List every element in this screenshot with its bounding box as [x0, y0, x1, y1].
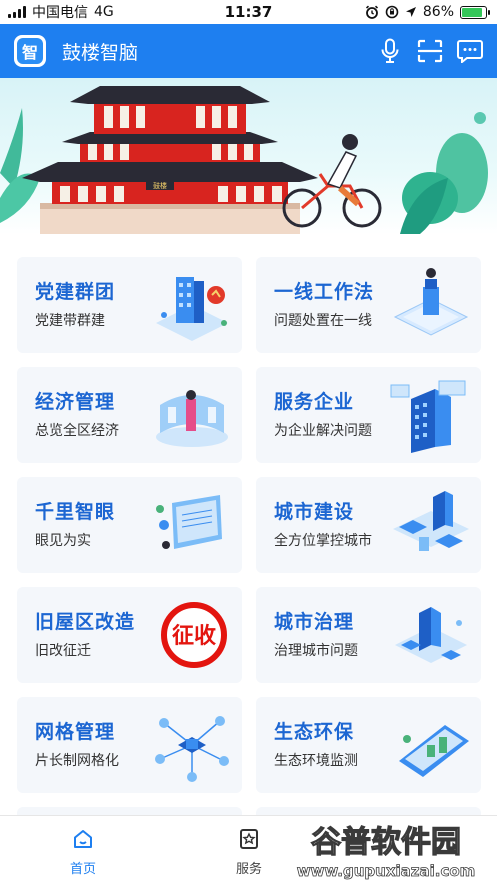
card-subtitle: 为企业解决问题: [274, 423, 372, 439]
stamp-text: 征收: [172, 623, 216, 649]
star-doc-icon: [240, 829, 258, 849]
rotation-lock-icon: [385, 5, 399, 19]
card-title: 城市治理: [274, 611, 355, 633]
card-smart-eye[interactable]: 千里智眼 眼见为实: [17, 477, 242, 573]
party-building-illustration: [156, 277, 228, 341]
home-icon: [74, 830, 92, 848]
card-subtitle: 全方位掌控城市: [274, 533, 372, 549]
card-eco-protection[interactable]: 生态环保 生态环境监测: [256, 697, 481, 793]
drum-tower-illustration: 鼓楼: [0, 86, 488, 234]
card-title: 经济管理: [35, 391, 116, 413]
battery-icon: [460, 5, 490, 19]
card-grid-management[interactable]: 网格管理 片长制网格化: [17, 697, 242, 793]
card-city-construction[interactable]: 城市建设 全方位掌控城市: [256, 477, 481, 573]
location-icon: [405, 7, 416, 17]
economy-dashboard-illustration: [156, 390, 228, 447]
status-bar: 中国电信 4G 11:37 86%: [0, 0, 497, 24]
app-logo: 智: [14, 35, 46, 67]
scan-icon[interactable]: [417, 38, 443, 64]
watermark: 谷普软件园 www.gupuxiazai.com: [276, 808, 497, 883]
card-subtitle: 党建带群建: [35, 313, 105, 329]
card-title: 城市建设: [274, 501, 355, 523]
card-subtitle: 片长制网格化: [35, 753, 119, 769]
card-title: 旧屋区改造: [35, 611, 136, 633]
city-governance-illustration: [395, 607, 467, 663]
microphone-icon[interactable]: [377, 38, 403, 64]
signal-icon: [8, 6, 26, 18]
card-frontline-method[interactable]: 一线工作法 问题处置在一线: [256, 257, 481, 353]
card-subtitle: 总览全区经济: [35, 423, 119, 439]
app-title: 鼓楼智脑: [62, 41, 139, 64]
card-title: 党建群团: [35, 281, 116, 303]
nav-home[interactable]: 首页: [0, 816, 166, 883]
card-title: 一线工作法: [274, 281, 375, 303]
card-old-housing-renovation[interactable]: 旧屋区改造 旧改征迁 征收: [17, 587, 242, 683]
city-blocks-illustration: [393, 491, 469, 551]
card-subtitle: 问题处置在一线: [274, 313, 372, 329]
podium-illustration: [393, 268, 469, 336]
hero-banner[interactable]: 鼓楼: [0, 78, 497, 234]
network-grid-illustration: [155, 716, 229, 782]
enterprise-building-illustration: [390, 380, 466, 453]
card-title: 网格管理: [35, 721, 116, 743]
nav-service-label: 服务: [235, 862, 262, 877]
carrier-label: 中国电信: [32, 5, 88, 21]
watermark-title: 谷普软件园: [311, 825, 461, 860]
card-title: 千里智眼: [35, 501, 116, 523]
nav-home-label: 首页: [69, 862, 96, 877]
expropriation-stamp: 征收: [161, 602, 227, 668]
card-title: 服务企业: [274, 391, 355, 413]
function-grid: 党建群团 党建带群建 一线工作法 问题处置在一线 经济管理 总览全区经济 服务企…: [17, 257, 481, 827]
battery-percent: 86%: [422, 4, 454, 20]
clock: 11:37: [224, 3, 273, 21]
card-party-building[interactable]: 党建群团 党建带群建: [17, 257, 242, 353]
card-economy-management[interactable]: 经济管理 总览全区经济: [17, 367, 242, 463]
eco-monitor-illustration: [399, 725, 469, 777]
card-city-governance[interactable]: 城市治理 治理城市问题: [256, 587, 481, 683]
app-header: 智 鼓楼智脑: [0, 24, 497, 78]
watermark-url: www.gupuxiazai.com: [297, 862, 476, 880]
message-icon[interactable]: [457, 38, 483, 64]
card-enterprise-service[interactable]: 服务企业 为企业解决问题: [256, 367, 481, 463]
card-subtitle: 眼见为实: [35, 533, 91, 549]
card-subtitle: 生态环境监测: [274, 753, 358, 769]
card-title: 生态环保: [274, 721, 355, 743]
network-label: 4G: [94, 4, 114, 20]
card-subtitle: 治理城市问题: [274, 643, 358, 659]
monitor-screen-illustration: [156, 495, 222, 549]
banner-sign: 鼓楼: [153, 181, 167, 190]
alarm-icon: [365, 5, 378, 19]
card-subtitle: 旧改征迁: [35, 643, 91, 659]
logo-mark: 智: [17, 38, 43, 64]
